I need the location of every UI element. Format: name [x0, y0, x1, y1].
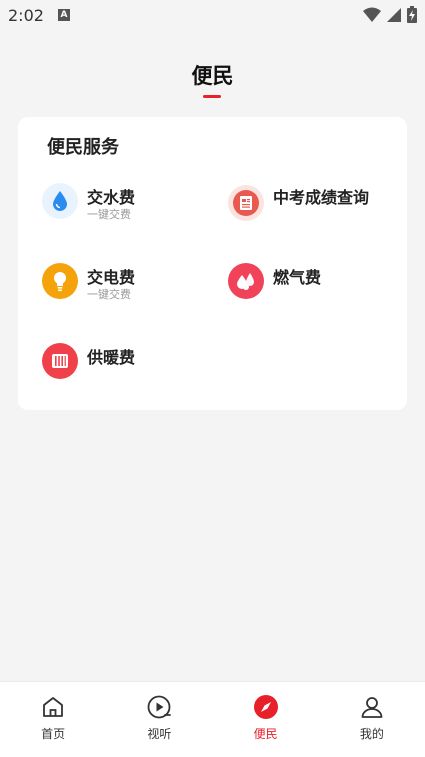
- lightbulb-icon: [42, 263, 78, 299]
- user-icon: [359, 694, 385, 720]
- nav-label: 我的: [359, 727, 384, 741]
- gas-flame-icon: [228, 263, 264, 299]
- service-name: 交电费: [87, 268, 136, 287]
- service-item-heating[interactable]: 供暖费: [42, 343, 222, 387]
- bottom-nav: 首页 视听 便民 我的: [0, 681, 425, 757]
- service-item-water[interactable]: 交水费 一键交费: [42, 183, 222, 227]
- nav-item-profile[interactable]: 我的: [319, 682, 425, 757]
- home-icon: [40, 694, 66, 720]
- service-name: 供暖费: [87, 348, 136, 367]
- service-subtitle: 一键交费: [87, 208, 131, 221]
- service-name: 燃气费: [273, 268, 322, 287]
- service-subtitle: 一键交费: [87, 288, 131, 301]
- compass-icon: [253, 694, 279, 720]
- play-icon: [146, 694, 172, 720]
- service-name: 中考成绩查询: [273, 188, 370, 207]
- service-item-electricity[interactable]: 交电费 一键交费: [42, 263, 222, 307]
- service-card: 便民服务 交水费 一键交费 中考成绩查询 交电费 一键交费 燃气费 供暖费: [18, 117, 407, 410]
- nav-label: 首页: [41, 727, 66, 741]
- battery-icon: [407, 6, 417, 23]
- nav-item-services[interactable]: 便民: [213, 682, 319, 757]
- water-drop-icon: [42, 183, 78, 219]
- notification-a-icon: A: [57, 9, 70, 21]
- service-item-gas[interactable]: 燃气费: [228, 263, 408, 307]
- nav-label: 视听: [147, 727, 172, 741]
- status-time: 2:02: [8, 5, 44, 25]
- radiator-icon: [42, 343, 78, 379]
- service-name: 交水费: [87, 188, 136, 207]
- nav-item-media[interactable]: 视听: [106, 682, 212, 757]
- signal-icon: [387, 7, 401, 22]
- nav-item-home[interactable]: 首页: [0, 682, 106, 757]
- status-bar: 2:02 A: [0, 0, 425, 30]
- card-title: 便民服务: [47, 137, 119, 158]
- status-icons: [363, 6, 417, 23]
- service-item-exam-results[interactable]: 中考成绩查询: [228, 183, 408, 227]
- title-underline: [203, 95, 221, 98]
- wifi-icon: [363, 7, 381, 22]
- nav-label: 便民: [253, 727, 278, 741]
- page-title: 便民: [191, 64, 234, 88]
- document-icon: [228, 185, 264, 221]
